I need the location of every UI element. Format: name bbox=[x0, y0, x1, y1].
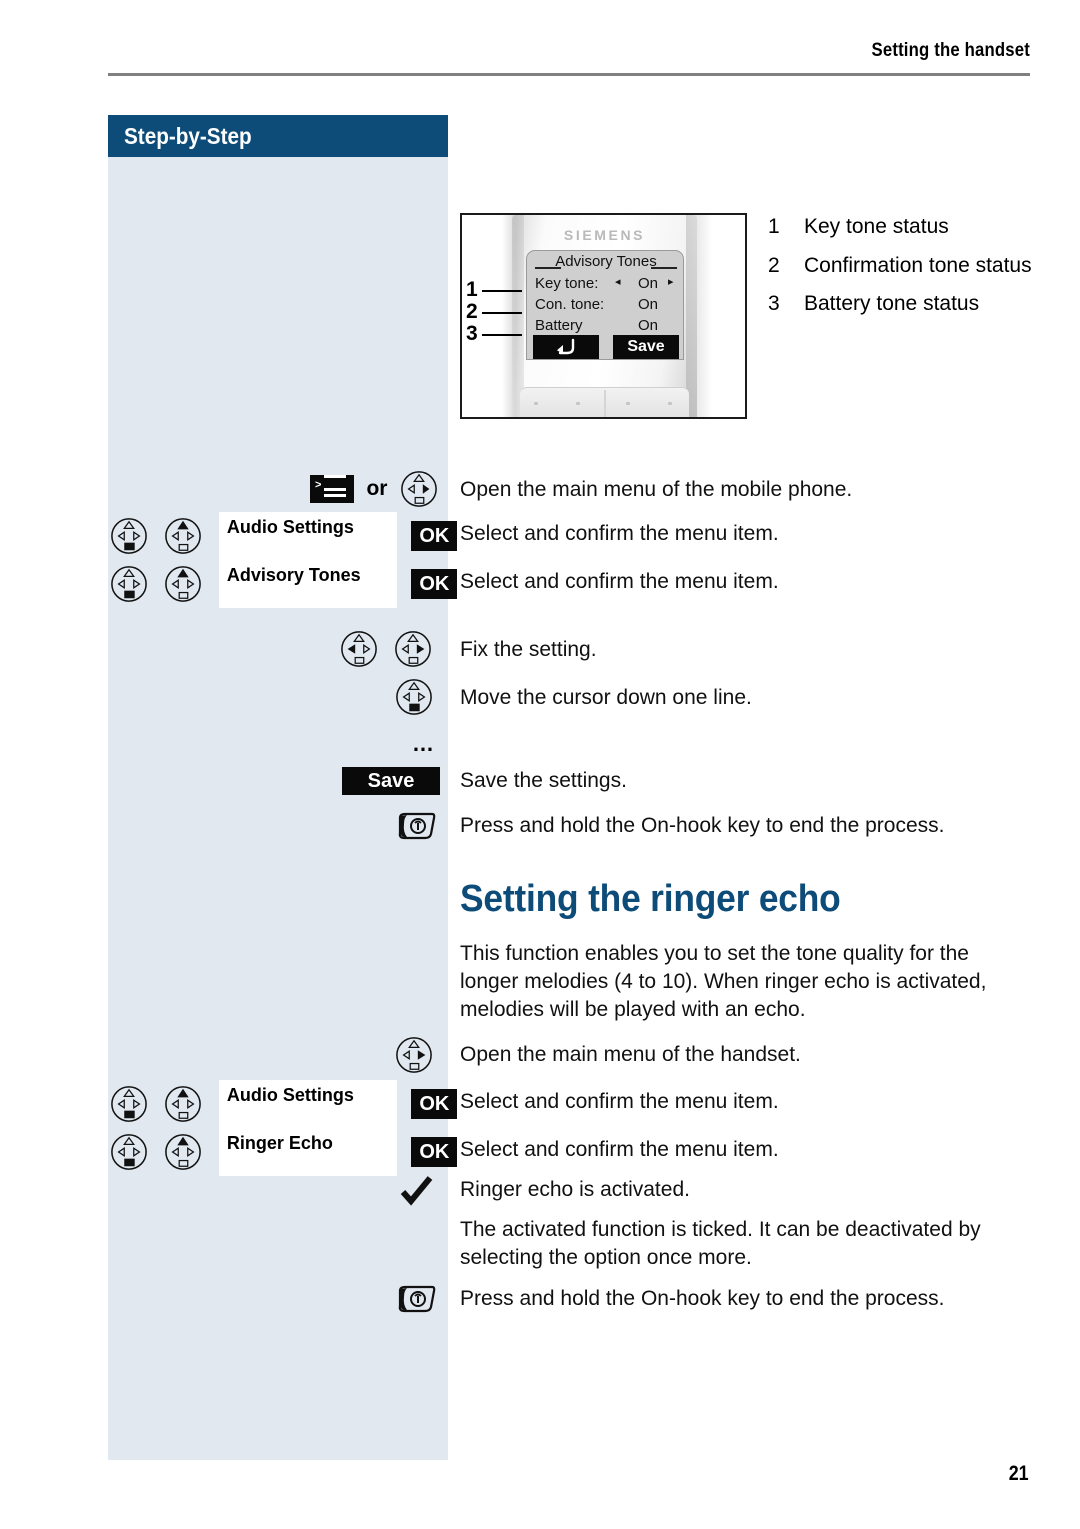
phone-legend: 1 Key tone status 2 Confirmation tone st… bbox=[768, 214, 1068, 330]
phone-screen: Advisory Tones Key tone: ◂ On ▸ Con. ton… bbox=[526, 250, 684, 360]
nav-key-down-icon[interactable] bbox=[110, 1133, 148, 1171]
nav-key-right-icon[interactable] bbox=[395, 1036, 433, 1074]
legend-item: 3 Battery tone status bbox=[768, 291, 1068, 317]
nav-key-left-icon[interactable] bbox=[340, 630, 378, 668]
nav-key-down-icon[interactable] bbox=[110, 565, 148, 603]
right-arrow-icon: ▸ bbox=[668, 276, 674, 288]
re-step-on-hook-controls bbox=[396, 1283, 438, 1320]
softkey-save-label: Save bbox=[613, 335, 679, 359]
step-text: Move the cursor down one line. bbox=[460, 686, 752, 709]
nav-key-up-icon[interactable] bbox=[164, 1085, 202, 1123]
on-hook-key-icon[interactable] bbox=[396, 810, 438, 842]
legend-item: 2 Confirmation tone status bbox=[768, 253, 1068, 279]
step-by-step-label: Step-by-Step bbox=[124, 122, 252, 149]
on-hook-key-icon[interactable] bbox=[396, 1283, 438, 1315]
nav-key-down-icon[interactable] bbox=[110, 517, 148, 555]
legend-text: Battery tone status bbox=[804, 292, 980, 316]
menu-item-audio-settings[interactable]: Audio Settings bbox=[218, 512, 397, 560]
ringer-echo-note: The activated function is ticked. It can… bbox=[460, 1218, 981, 1269]
step-text: Select and confirm the menu item. bbox=[460, 1138, 779, 1161]
left-arrow-icon: ◂ bbox=[615, 276, 621, 288]
step-audio-settings-controls: Audio Settings OK bbox=[110, 512, 458, 560]
step-text: Select and confirm the menu item. bbox=[460, 1090, 779, 1113]
nav-key-up-icon[interactable] bbox=[164, 1133, 202, 1171]
row-value: On bbox=[637, 317, 658, 334]
row-label: Key tone: bbox=[535, 275, 599, 292]
callout-number-1: 1 bbox=[466, 278, 478, 301]
row-value: On bbox=[637, 275, 658, 292]
step-text: Press and hold the On-hook key to end th… bbox=[460, 814, 945, 837]
screen-softkeys: Save bbox=[527, 335, 685, 359]
legend-item: 1 Key tone status bbox=[768, 214, 1068, 240]
phone-keypad bbox=[520, 387, 689, 417]
step-open-main-menu-controls: > or bbox=[310, 470, 438, 508]
menu-icon[interactable]: > bbox=[310, 475, 354, 503]
menu-item-advisory-tones[interactable]: Advisory Tones bbox=[218, 560, 397, 608]
row-value: On bbox=[637, 296, 658, 313]
step-text: Ringer echo is activated. bbox=[460, 1178, 690, 1201]
menu-item-ringer-echo[interactable]: Ringer Echo bbox=[218, 1128, 397, 1176]
nav-key-down-icon[interactable] bbox=[395, 678, 433, 716]
nav-key-right-icon[interactable] bbox=[394, 630, 432, 668]
ringer-echo-intro: This function enables you to set the ton… bbox=[460, 942, 987, 1021]
row-label: Con. tone: bbox=[535, 296, 605, 313]
ok-button[interactable]: OK bbox=[411, 521, 458, 551]
section-heading-ringer-echo: Setting the ringer echo bbox=[460, 878, 841, 920]
nav-key-up-icon[interactable] bbox=[164, 565, 202, 603]
ok-button[interactable]: OK bbox=[411, 1137, 458, 1167]
siemens-brand-label: SIEMENS bbox=[563, 227, 646, 243]
step-advisory-tones-controls: Advisory Tones OK bbox=[110, 560, 458, 608]
step-text: Press and hold the On-hook key to end th… bbox=[460, 1287, 945, 1310]
callout-number-3: 3 bbox=[466, 322, 478, 345]
step-text: Select and confirm the menu item. bbox=[460, 522, 779, 545]
step-text: Save the settings. bbox=[460, 769, 627, 792]
step-save-controls: Save bbox=[342, 767, 440, 795]
running-header-title: Setting the handset bbox=[871, 40, 1030, 61]
callout-number-2: 2 bbox=[466, 300, 478, 323]
row-label: Battery bbox=[535, 317, 583, 334]
menu-item-audio-settings[interactable]: Audio Settings bbox=[218, 1080, 397, 1128]
re-step-activated-controls bbox=[400, 1176, 434, 1211]
re-step-ringer-echo-controls: Ringer Echo OK bbox=[110, 1128, 458, 1176]
step-text: Open the main menu of the handset. bbox=[460, 1043, 801, 1066]
phone-shadow-right bbox=[686, 215, 712, 417]
step-on-hook-controls bbox=[396, 810, 438, 847]
re-step-open-menu-controls bbox=[395, 1036, 433, 1074]
page-number: 21 bbox=[1008, 1462, 1029, 1485]
header-rule bbox=[108, 73, 1030, 76]
step-text: Open the main menu of the mobile phone. bbox=[460, 478, 853, 501]
legend-number: 2 bbox=[768, 253, 780, 277]
step-move-cursor-controls bbox=[395, 678, 433, 716]
checkmark-icon bbox=[400, 1176, 434, 1206]
legend-text: Confirmation tone status bbox=[804, 253, 1032, 277]
nav-key-down-icon[interactable] bbox=[110, 1085, 148, 1123]
screen-title: Advisory Tones bbox=[527, 253, 685, 270]
step-fix-setting-controls bbox=[340, 630, 432, 668]
legend-text: Key tone status bbox=[804, 215, 949, 238]
phone-illustration: SIEMENS Advisory Tones Key tone: ◂ On ▸ … bbox=[460, 213, 747, 419]
screen-row-con-tone: Con. tone: On bbox=[527, 296, 685, 317]
nav-key-right-icon[interactable] bbox=[400, 470, 438, 508]
step-text: Fix the setting. bbox=[460, 638, 597, 661]
step-by-step-header: Step-by-Step bbox=[108, 115, 448, 157]
legend-number: 3 bbox=[768, 292, 780, 316]
ellipsis-marker: … bbox=[412, 731, 436, 756]
or-label: or bbox=[366, 477, 388, 500]
legend-number: 1 bbox=[768, 215, 780, 238]
step-text: Select and confirm the menu item. bbox=[460, 570, 779, 593]
softkey-back-icon bbox=[533, 335, 599, 359]
save-button[interactable]: Save bbox=[342, 767, 440, 795]
phone-shadow-left bbox=[502, 215, 524, 417]
manual-page: Setting the handset Step-by-Step SIEMENS… bbox=[0, 0, 1080, 1529]
ok-button[interactable]: OK bbox=[411, 1089, 458, 1119]
ok-button[interactable]: OK bbox=[411, 569, 458, 599]
nav-key-up-icon[interactable] bbox=[164, 517, 202, 555]
re-step-audio-settings-controls: Audio Settings OK bbox=[110, 1080, 458, 1128]
screen-row-key-tone: Key tone: ◂ On ▸ bbox=[527, 275, 685, 296]
